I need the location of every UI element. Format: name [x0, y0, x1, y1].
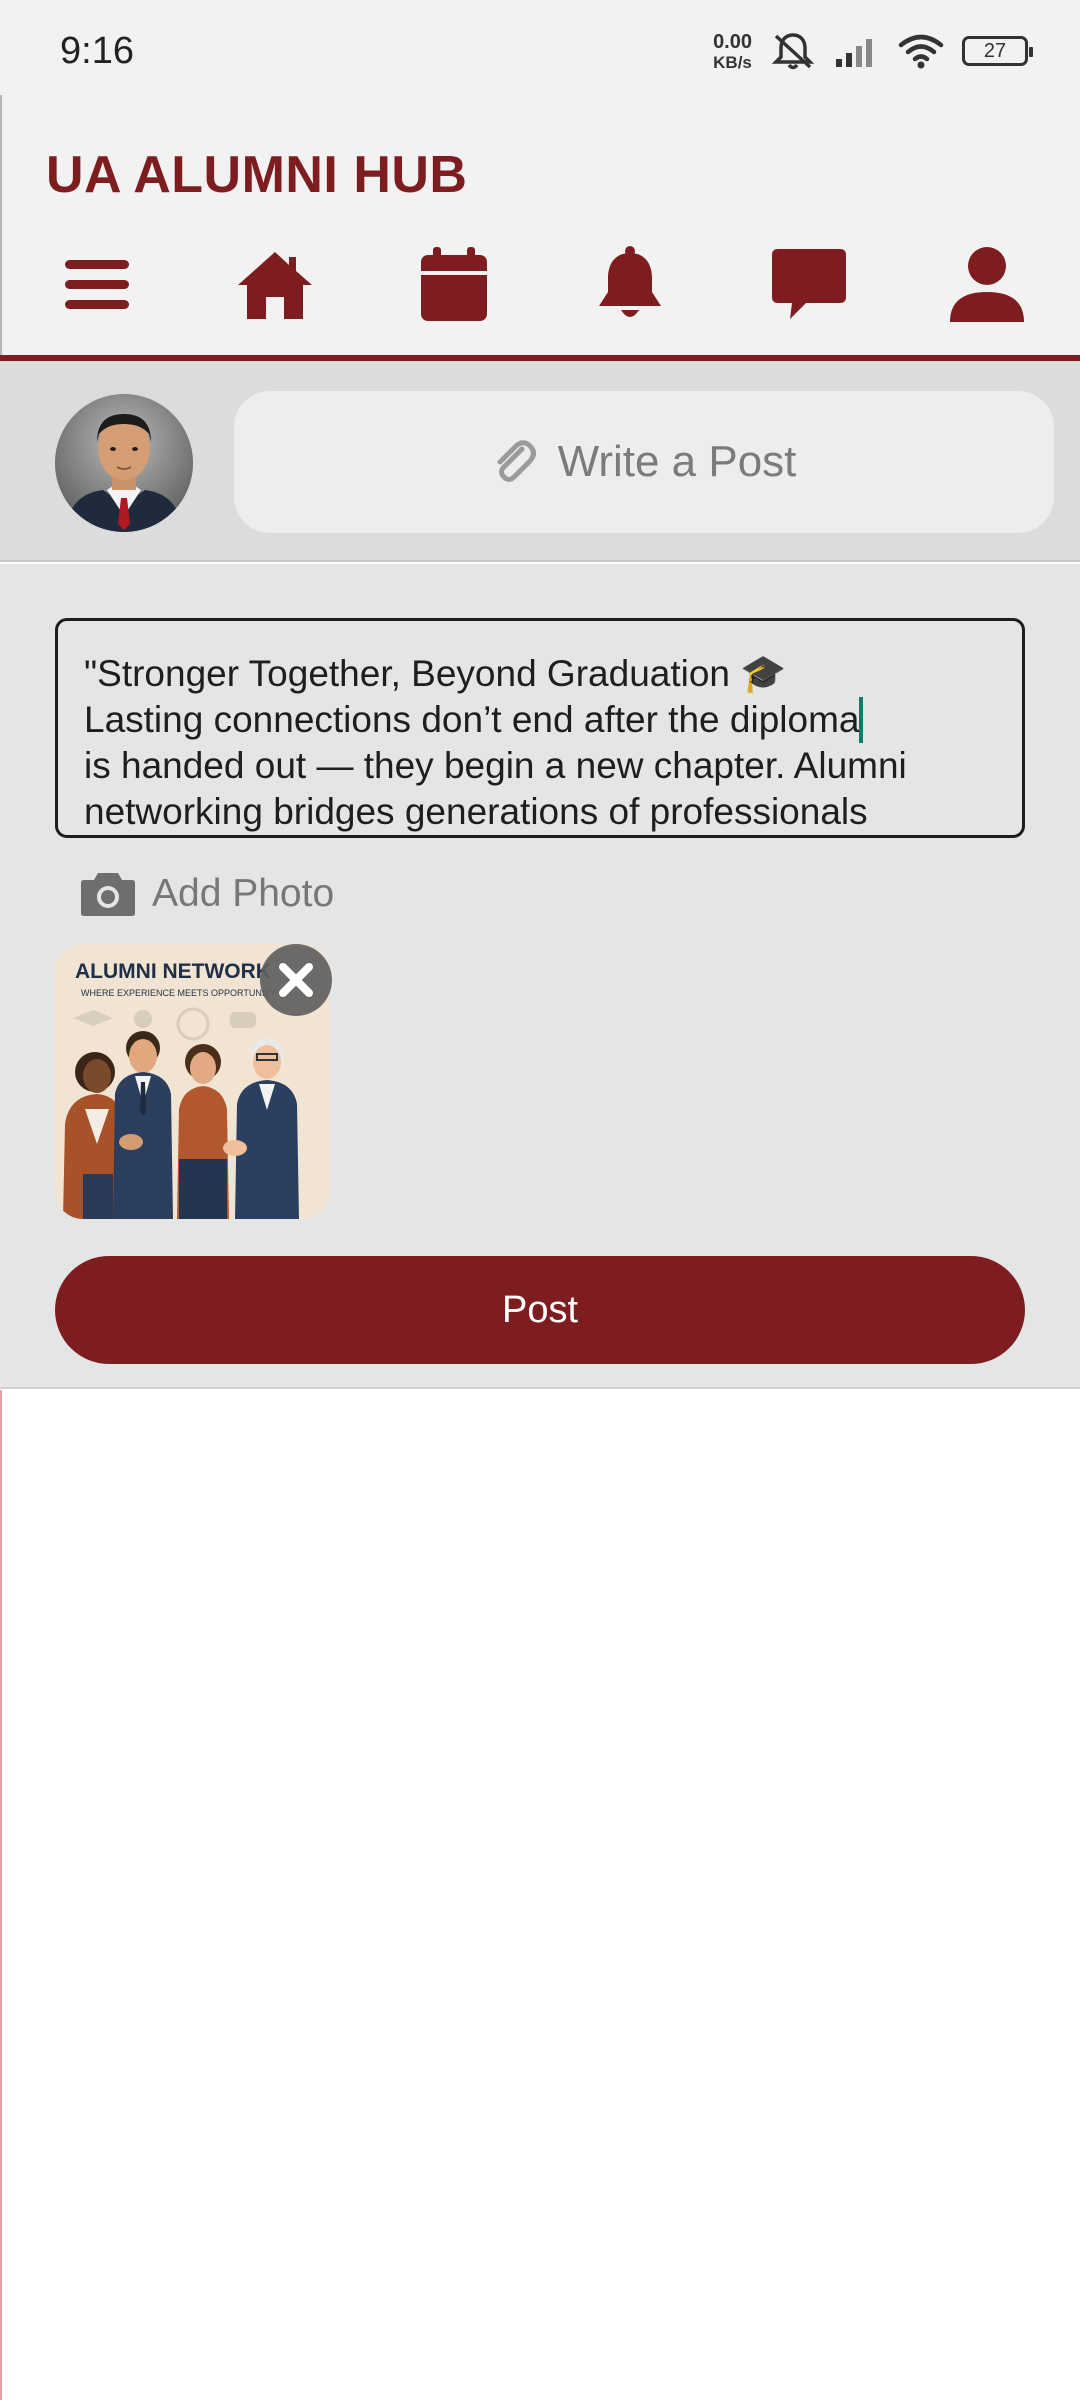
home-button[interactable] — [225, 235, 325, 335]
status-icons: 0.00 KB/s 27 — [713, 28, 1033, 74]
write-post-label: Write a Post — [557, 437, 797, 486]
write-post-button[interactable]: Write a Post — [234, 391, 1054, 533]
add-photo-label: Add Photo — [152, 872, 335, 915]
new-post-form: "Stronger Together, Beyond Graduation 🎓 … — [0, 564, 1080, 1389]
messages-button[interactable] — [759, 235, 859, 335]
close-icon — [279, 963, 313, 997]
profile-icon — [950, 247, 1024, 322]
post-text-line: networking bridges generations of profes… — [84, 791, 868, 832]
battery-icon: 27 — [962, 36, 1033, 66]
camera-icon — [81, 873, 135, 916]
network-speed: 0.00 KB/s — [713, 32, 752, 71]
user-avatar[interactable] — [55, 394, 193, 532]
post-text-line: "Stronger Together, Beyond Graduation 🎓 — [84, 653, 787, 694]
bell-icon — [599, 246, 661, 317]
network-speed-value: 0.00 — [713, 30, 752, 53]
add-photo-button[interactable]: Add Photo — [80, 864, 334, 924]
status-time: 9:16 — [60, 30, 134, 72]
post-text-content: "Stronger Together, Beyond Graduation 🎓 … — [84, 651, 998, 835]
home-icon — [238, 252, 312, 319]
post-button[interactable]: Post — [55, 1256, 1025, 1364]
calendar-icon — [421, 247, 487, 321]
nav-bar — [2, 235, 1080, 335]
paperclip-icon — [497, 440, 536, 482]
chat-icon — [772, 249, 846, 319]
mute-icon — [771, 33, 815, 70]
app-title: UA ALUMNI HUB — [46, 146, 468, 204]
composer-bar: Write a Post — [0, 361, 1080, 562]
avatar-image — [55, 394, 193, 532]
post-text-input[interactable]: "Stronger Together, Beyond Graduation 🎓 … — [55, 618, 1025, 838]
profile-button[interactable] — [937, 235, 1037, 335]
photo-title: ALUMNI NETWORK — [75, 960, 271, 983]
photo-subtitle: WHERE EXPERIENCE MEETS OPPORTUNITY — [81, 988, 276, 998]
signal-icon — [836, 39, 872, 67]
menu-button[interactable] — [47, 235, 147, 335]
app-header: UA ALUMNI HUB — [0, 95, 1080, 360]
calendar-button[interactable] — [404, 235, 504, 335]
left-edge-line — [0, 1390, 2, 2400]
notifications-button[interactable] — [580, 235, 680, 335]
menu-icon — [65, 260, 129, 309]
post-button-label: Post — [501, 1288, 579, 1331]
post-text-line: is handed out — they begin a new chapter… — [84, 745, 907, 786]
wifi-icon — [898, 34, 944, 69]
battery-level: 27 — [983, 39, 1007, 62]
remove-photo-button[interactable] — [260, 944, 332, 1016]
network-speed-unit: KB/s — [713, 52, 752, 72]
status-bar: 9:16 0.00 KB/s 27 — [0, 0, 1080, 100]
post-text-line: Lasting connections don’t end after the … — [84, 699, 860, 740]
text-cursor — [859, 697, 864, 743]
